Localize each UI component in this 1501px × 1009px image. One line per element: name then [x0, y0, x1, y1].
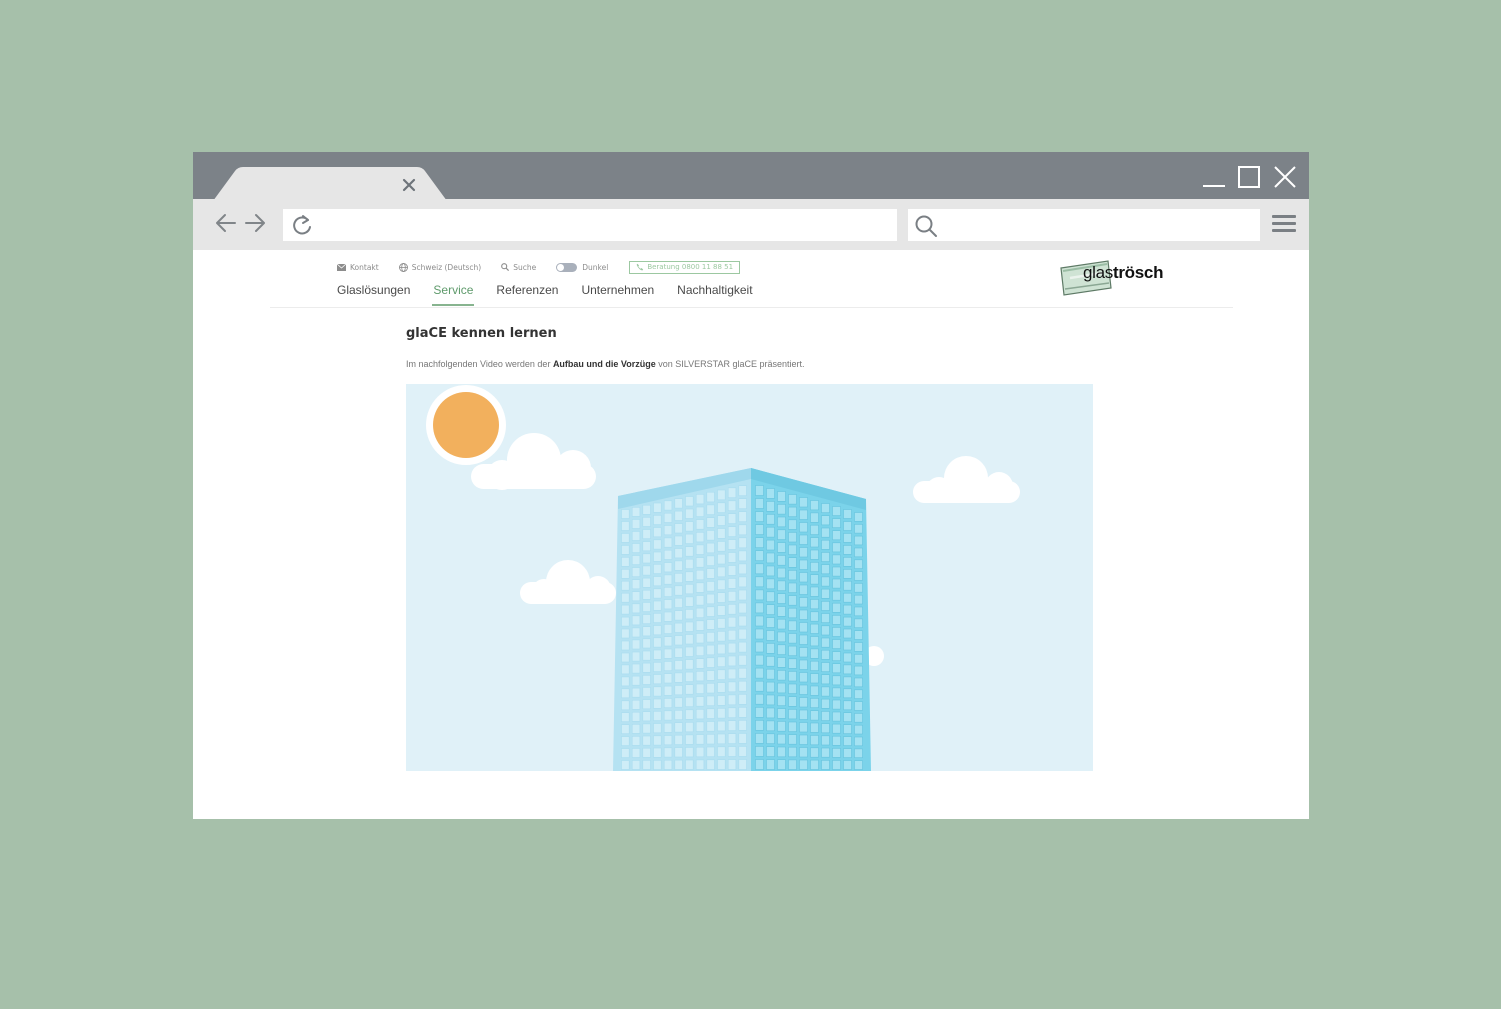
magnifier-icon: [501, 263, 510, 271]
toolbar: [193, 199, 1309, 250]
intro-text-start: Im nachfolgenden Video werden der: [406, 359, 553, 369]
tab-close-icon[interactable]: [401, 177, 417, 193]
dark-mode-toggle[interactable]: Dunkel: [556, 262, 609, 272]
logo-text-light: glas: [1083, 263, 1113, 282]
page-title: glaCE kennen lernen: [406, 326, 557, 341]
contact-label: Kontakt: [350, 262, 379, 272]
utility-bar: Kontakt Schweiz (Deutsch) Suche Dunkel B…: [337, 260, 741, 274]
mail-icon: [337, 263, 346, 271]
main-navigation: Glaslösungen Service Referenzen Unterneh…: [337, 283, 753, 306]
nav-item-service[interactable]: Service: [432, 283, 475, 306]
minimize-icon[interactable]: [1201, 164, 1227, 190]
sun-icon: [426, 385, 506, 465]
arrow-left-icon[interactable]: [214, 211, 238, 235]
toggle-switch[interactable]: [556, 262, 578, 272]
cloud-icon: [520, 560, 616, 604]
region-selector[interactable]: Schweiz (Deutsch): [398, 262, 482, 272]
office-tower: [613, 468, 871, 771]
browser-window: Kontakt Schweiz (Deutsch) Suche Dunkel B…: [193, 152, 1309, 819]
intro-text: Im nachfolgenden Video werden der Aufbau…: [406, 359, 805, 369]
address-bar[interactable]: [283, 209, 897, 241]
hamburger-menu-icon[interactable]: [1271, 214, 1297, 234]
search-link[interactable]: Suche: [501, 263, 536, 272]
nav-item-referenzen[interactable]: Referenzen: [496, 283, 558, 297]
search-label: Suche: [513, 262, 537, 272]
web-page: Kontakt Schweiz (Deutsch) Suche Dunkel B…: [193, 250, 1309, 819]
logo-text-bold: trösch: [1113, 263, 1164, 282]
maximize-icon[interactable]: [1236, 164, 1262, 190]
video-thumbnail-illustration: [426, 385, 1020, 771]
intro-text-highlight: Aufbau und die Vorzüge: [552, 359, 656, 369]
phone-label: Beratung 0800 11 88 51: [647, 263, 734, 271]
nav-item-glasloesungen[interactable]: Glaslösungen: [337, 283, 410, 297]
phone-badge[interactable]: Beratung 0800 11 88 51: [629, 260, 741, 274]
title-bar: [193, 152, 1309, 201]
intro-text-end: von SILVERSTAR glaCE präsentiert.: [655, 359, 805, 369]
nav-divider: [270, 307, 1233, 308]
close-icon[interactable]: [1272, 164, 1298, 190]
nav-item-nachhaltigkeit[interactable]: Nachhaltigkeit: [677, 283, 752, 297]
phone-icon: [636, 263, 644, 271]
cloud-icon: [913, 456, 1020, 503]
logo-wordmark: glaströsch: [1083, 263, 1163, 283]
glastroesch-logo[interactable]: glaströsch: [1058, 258, 1168, 300]
search-input[interactable]: [908, 209, 1260, 241]
globe-icon: [398, 262, 408, 272]
video-player[interactable]: [406, 384, 1093, 771]
dark-mode-label: Dunkel: [582, 262, 609, 272]
region-label: Schweiz (Deutsch): [411, 262, 482, 272]
arrow-right-icon[interactable]: [243, 211, 267, 235]
browser-tab[interactable]: [213, 167, 447, 201]
contact-link[interactable]: Kontakt: [337, 263, 379, 272]
nav-item-unternehmen[interactable]: Unternehmen: [581, 283, 654, 297]
